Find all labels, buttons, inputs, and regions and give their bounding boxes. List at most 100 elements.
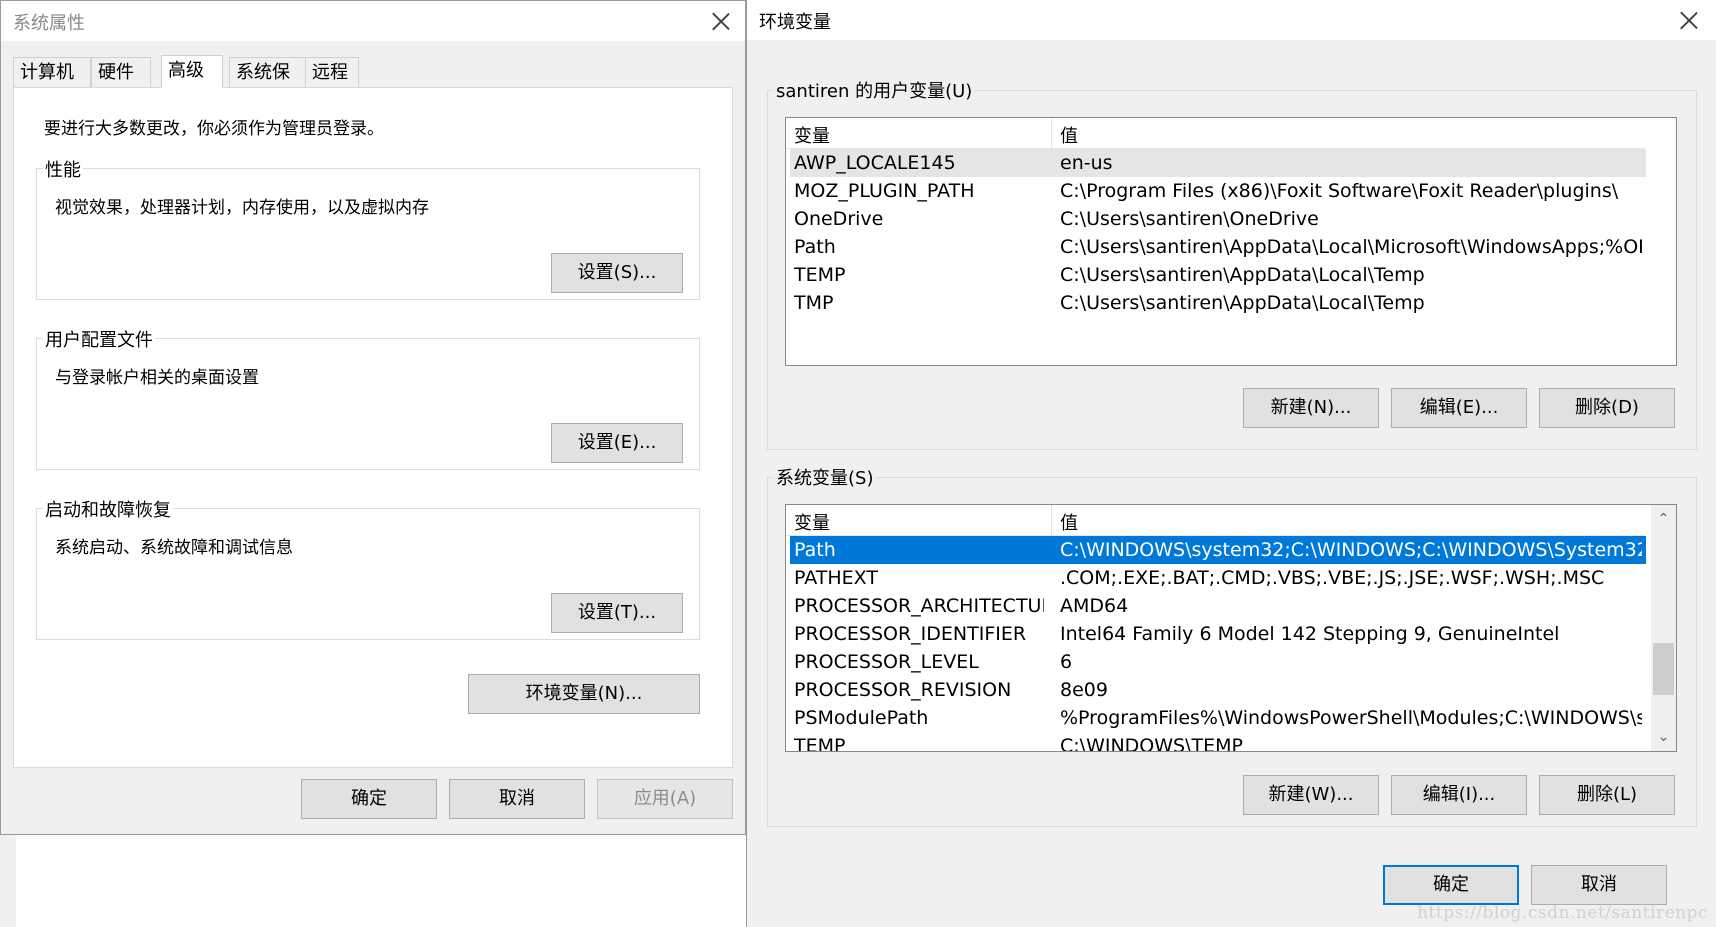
variable-value: C:\Users\santiren\AppData\Local\Temp: [1060, 264, 1425, 286]
environment-variables-button[interactable]: 环境变量(N)...: [468, 674, 700, 714]
system-properties-title: 系统属性: [13, 13, 85, 34]
user-new-button[interactable]: 新建(N)...: [1243, 388, 1379, 428]
ok-button[interactable]: 确定: [301, 779, 437, 819]
system-variables-header: 变量 值: [786, 505, 1644, 536]
variable-name: MOZ_PLUGIN_PATH: [794, 180, 975, 202]
chevron-down-icon[interactable]: ⌄: [1651, 725, 1676, 749]
variable-name: TEMP: [794, 735, 846, 752]
env-cancel-button[interactable]: 取消: [1531, 865, 1667, 905]
variable-value: Intel64 Family 6 Model 142 Stepping 9, G…: [1060, 623, 1560, 645]
variable-name: TMP: [794, 292, 834, 314]
close-icon[interactable]: [1677, 8, 1701, 32]
system-variable-row[interactable]: PROCESSOR_REVISION 8e09: [790, 676, 1646, 704]
tab-remote[interactable]: 远程: [305, 57, 359, 87]
system-edit-button[interactable]: 编辑(I)...: [1391, 775, 1527, 815]
column-divider[interactable]: [1051, 118, 1052, 148]
column-header-variable[interactable]: 变量: [794, 122, 830, 148]
system-properties-dialog: 系统属性 计算机名 硬件 高级 系统保护 远程 要进行大多数更改，你必须作为管理…: [0, 0, 746, 835]
user-profiles-legend: 用户配置文件: [43, 326, 155, 352]
tab-system-protection[interactable]: 系统保护: [229, 57, 307, 113]
system-properties-titlebar: 系统属性: [1, 1, 745, 41]
performance-settings-button[interactable]: 设置(S)...: [551, 253, 683, 293]
user-delete-button[interactable]: 删除(D): [1539, 388, 1675, 428]
advanced-tab-panel: 要进行大多数更改，你必须作为管理员登录。 性能 视觉效果，处理器计划，内存使用，…: [13, 87, 733, 768]
user-variable-row[interactable]: AWP_LOCALE145 en-us: [790, 149, 1646, 177]
apply-button[interactable]: 应用(A): [597, 779, 733, 819]
variable-name: Path: [794, 236, 836, 258]
system-variables-list[interactable]: 变量 值 Path C:\WINDOWS\system32;C:\WINDOWS…: [785, 504, 1677, 752]
background-window-edge: [0, 835, 16, 927]
column-header-value[interactable]: 值: [1060, 122, 1078, 148]
user-variables-list[interactable]: 变量 值 AWP_LOCALE145 en-us MOZ_PLUGIN_PATH…: [785, 117, 1677, 366]
environment-variables-dialog: 环境变量 santiren 的用户变量(U) 变量 值 AWP_LOCALE14…: [746, 0, 1716, 927]
background-window: [0, 835, 746, 927]
user-edit-button[interactable]: 编辑(E)...: [1391, 388, 1527, 428]
variable-value: 6: [1060, 651, 1073, 673]
performance-group: 性能 视觉效果，处理器计划，内存使用，以及虚拟内存 设置(S)...: [36, 156, 700, 300]
close-icon[interactable]: [709, 9, 733, 33]
user-profiles-settings-button[interactable]: 设置(E)...: [551, 423, 683, 463]
variable-value: 8e09: [1060, 679, 1108, 701]
tab-computer-name[interactable]: 计算机名: [13, 57, 91, 113]
variable-value: en-us: [1060, 152, 1113, 174]
system-variable-row[interactable]: PROCESSOR_ARCHITECTURE AMD64: [790, 592, 1646, 620]
variable-name: PROCESSOR_ARCHITECTURE: [794, 595, 1044, 617]
startup-recovery-legend: 启动和故障恢复: [43, 496, 173, 522]
variable-name: AWP_LOCALE145: [794, 152, 956, 174]
user-variables-legend: santiren 的用户变量(U): [774, 77, 975, 103]
user-profiles-group: 用户配置文件 与登录帐户相关的桌面设置 设置(E)...: [36, 326, 700, 470]
system-variables-legend: 系统变量(S): [774, 464, 876, 490]
environment-variables-title: 环境变量: [759, 12, 831, 33]
environment-variables-titlebar: 环境变量: [747, 0, 1716, 40]
column-divider[interactable]: [1051, 505, 1052, 535]
system-variables-scrollbar[interactable]: ⌃ ⌄: [1651, 505, 1676, 751]
performance-legend: 性能: [43, 156, 83, 182]
watermark: https://blog.csdn.net/santirenpc: [1417, 903, 1708, 923]
admin-note: 要进行大多数更改，你必须作为管理员登录。: [44, 119, 384, 139]
variable-value: C:\WINDOWS\system32;C:\WINDOWS;C:\WINDOW…: [1060, 539, 1642, 561]
variable-name: PROCESSOR_IDENTIFIER: [794, 623, 1027, 645]
system-variable-row[interactable]: PROCESSOR_LEVEL 6: [790, 648, 1646, 676]
user-variable-row[interactable]: TMP C:\Users\santiren\AppData\Local\Temp: [790, 289, 1646, 317]
variable-value: C:\Program Files (x86)\Foxit Software\Fo…: [1060, 180, 1619, 202]
variable-value: C:\Users\santiren\AppData\Local\Microsof…: [1060, 236, 1642, 258]
variable-value: AMD64: [1060, 595, 1129, 617]
system-variable-row[interactable]: PROCESSOR_IDENTIFIER Intel64 Family 6 Mo…: [790, 620, 1646, 648]
cancel-button[interactable]: 取消: [449, 779, 585, 819]
chevron-up-icon[interactable]: ⌃: [1651, 507, 1676, 531]
variable-name: PROCESSOR_REVISION: [794, 679, 1012, 701]
variable-name: PATHEXT: [794, 567, 878, 589]
tab-advanced[interactable]: 高级: [161, 55, 223, 88]
env-ok-button[interactable]: 确定: [1383, 865, 1519, 905]
startup-recovery-group: 启动和故障恢复 系统启动、系统故障和调试信息 设置(T)...: [36, 496, 700, 640]
system-variable-row[interactable]: PATHEXT .COM;.EXE;.BAT;.CMD;.VBS;.VBE;.J…: [790, 564, 1646, 592]
variable-name: OneDrive: [794, 208, 884, 230]
startup-recovery-description: 系统启动、系统故障和调试信息: [55, 538, 293, 558]
system-new-button[interactable]: 新建(W)...: [1243, 775, 1379, 815]
scrollbar-thumb[interactable]: [1653, 643, 1674, 695]
system-variable-row[interactable]: PSModulePath %ProgramFiles%\WindowsPower…: [790, 704, 1646, 732]
system-delete-button[interactable]: 删除(L): [1539, 775, 1675, 815]
system-variable-row[interactable]: TEMP C:\WINDOWS\TEMP: [790, 732, 1646, 752]
variable-name: TEMP: [794, 264, 846, 286]
variable-name: PSModulePath: [794, 707, 929, 729]
startup-recovery-settings-button[interactable]: 设置(T)...: [551, 593, 683, 633]
column-header-variable[interactable]: 变量: [794, 509, 830, 535]
user-profiles-description: 与登录帐户相关的桌面设置: [55, 368, 259, 388]
variable-value: C:\Users\santiren\AppData\Local\Temp: [1060, 292, 1425, 314]
user-variable-row[interactable]: MOZ_PLUGIN_PATH C:\Program Files (x86)\F…: [790, 177, 1646, 205]
tab-hardware[interactable]: 硬件: [91, 57, 151, 87]
variable-value: .COM;.EXE;.BAT;.CMD;.VBS;.VBE;.JS;.JSE;.…: [1060, 567, 1605, 589]
system-variable-row-selected[interactable]: Path C:\WINDOWS\system32;C:\WINDOWS;C:\W…: [790, 536, 1646, 564]
variable-value: %ProgramFiles%\WindowsPowerShell\Modules…: [1060, 707, 1642, 729]
variable-value: C:\Users\santiren\OneDrive: [1060, 208, 1319, 230]
variable-name: PROCESSOR_LEVEL: [794, 651, 979, 673]
user-variable-row[interactable]: OneDrive C:\Users\santiren\OneDrive: [790, 205, 1646, 233]
user-variable-row[interactable]: Path C:\Users\santiren\AppData\Local\Mic…: [790, 233, 1646, 261]
variable-value: C:\WINDOWS\TEMP: [1060, 735, 1243, 752]
column-header-value[interactable]: 值: [1060, 509, 1078, 535]
user-variable-row[interactable]: TEMP C:\Users\santiren\AppData\Local\Tem…: [790, 261, 1646, 289]
performance-description: 视觉效果，处理器计划，内存使用，以及虚拟内存: [55, 198, 429, 218]
user-variables-header: 变量 值: [786, 118, 1644, 149]
variable-name: Path: [794, 539, 836, 561]
